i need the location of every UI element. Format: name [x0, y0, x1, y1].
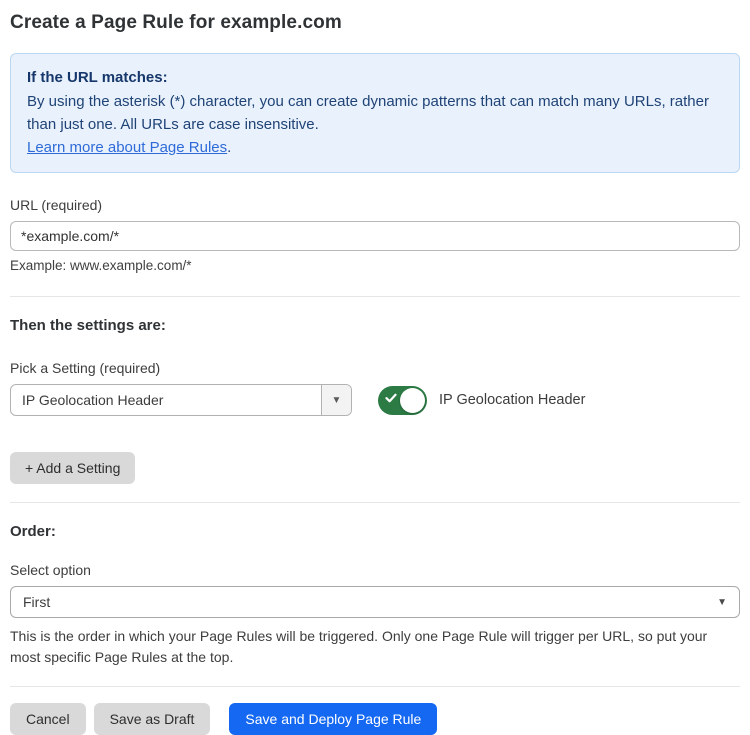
learn-more-link[interactable]: Learn more about Page Rules [27, 139, 227, 156]
setting-row: IP Geolocation Header ▼ IP Geolocation H… [10, 384, 740, 416]
order-section-heading: Order: [10, 523, 740, 540]
cancel-button[interactable]: Cancel [10, 703, 86, 735]
info-box-link-line: Learn more about Page Rules. [27, 136, 723, 159]
geolocation-toggle[interactable] [378, 386, 427, 415]
order-select[interactable]: First ▼ [10, 586, 740, 618]
order-select-label: Select option [10, 562, 740, 578]
order-help-text: This is the order in which your Page Rul… [10, 626, 734, 668]
chevron-down-icon: ▼ [717, 597, 727, 608]
url-input[interactable] [10, 221, 740, 251]
info-box-heading: If the URL matches: [27, 66, 723, 89]
save-as-draft-button[interactable]: Save as Draft [94, 703, 211, 735]
save-and-deploy-button[interactable]: Save and Deploy Page Rule [229, 703, 437, 735]
setting-picker-label: Pick a Setting (required) [10, 360, 740, 376]
divider [10, 502, 740, 503]
check-icon [385, 392, 397, 404]
page-title: Create a Page Rule for example.com [10, 12, 740, 34]
setting-select-value: IP Geolocation Header [11, 385, 321, 415]
setting-select[interactable]: IP Geolocation Header ▼ [10, 384, 352, 416]
settings-section-heading: Then the settings are: [10, 317, 740, 334]
form-actions: Cancel Save as Draft Save and Deploy Pag… [10, 703, 740, 735]
setting-select-arrow-button[interactable]: ▼ [321, 385, 351, 415]
create-page-rule-form: Create a Page Rule for example.com If th… [0, 0, 750, 735]
link-period: . [227, 139, 231, 156]
url-example-text: Example: www.example.com/* [10, 258, 740, 273]
add-setting-button[interactable]: + Add a Setting [10, 452, 135, 484]
url-field-label: URL (required) [10, 197, 740, 213]
geolocation-toggle-group: IP Geolocation Header [378, 386, 585, 415]
geolocation-toggle-label: IP Geolocation Header [439, 392, 585, 408]
info-box-body: By using the asterisk (*) character, you… [27, 90, 723, 136]
divider [10, 296, 740, 297]
chevron-down-icon: ▼ [332, 395, 342, 406]
url-match-info-box: If the URL matches: By using the asteris… [10, 53, 740, 173]
toggle-knob [400, 388, 425, 413]
order-select-value: First [23, 594, 717, 610]
